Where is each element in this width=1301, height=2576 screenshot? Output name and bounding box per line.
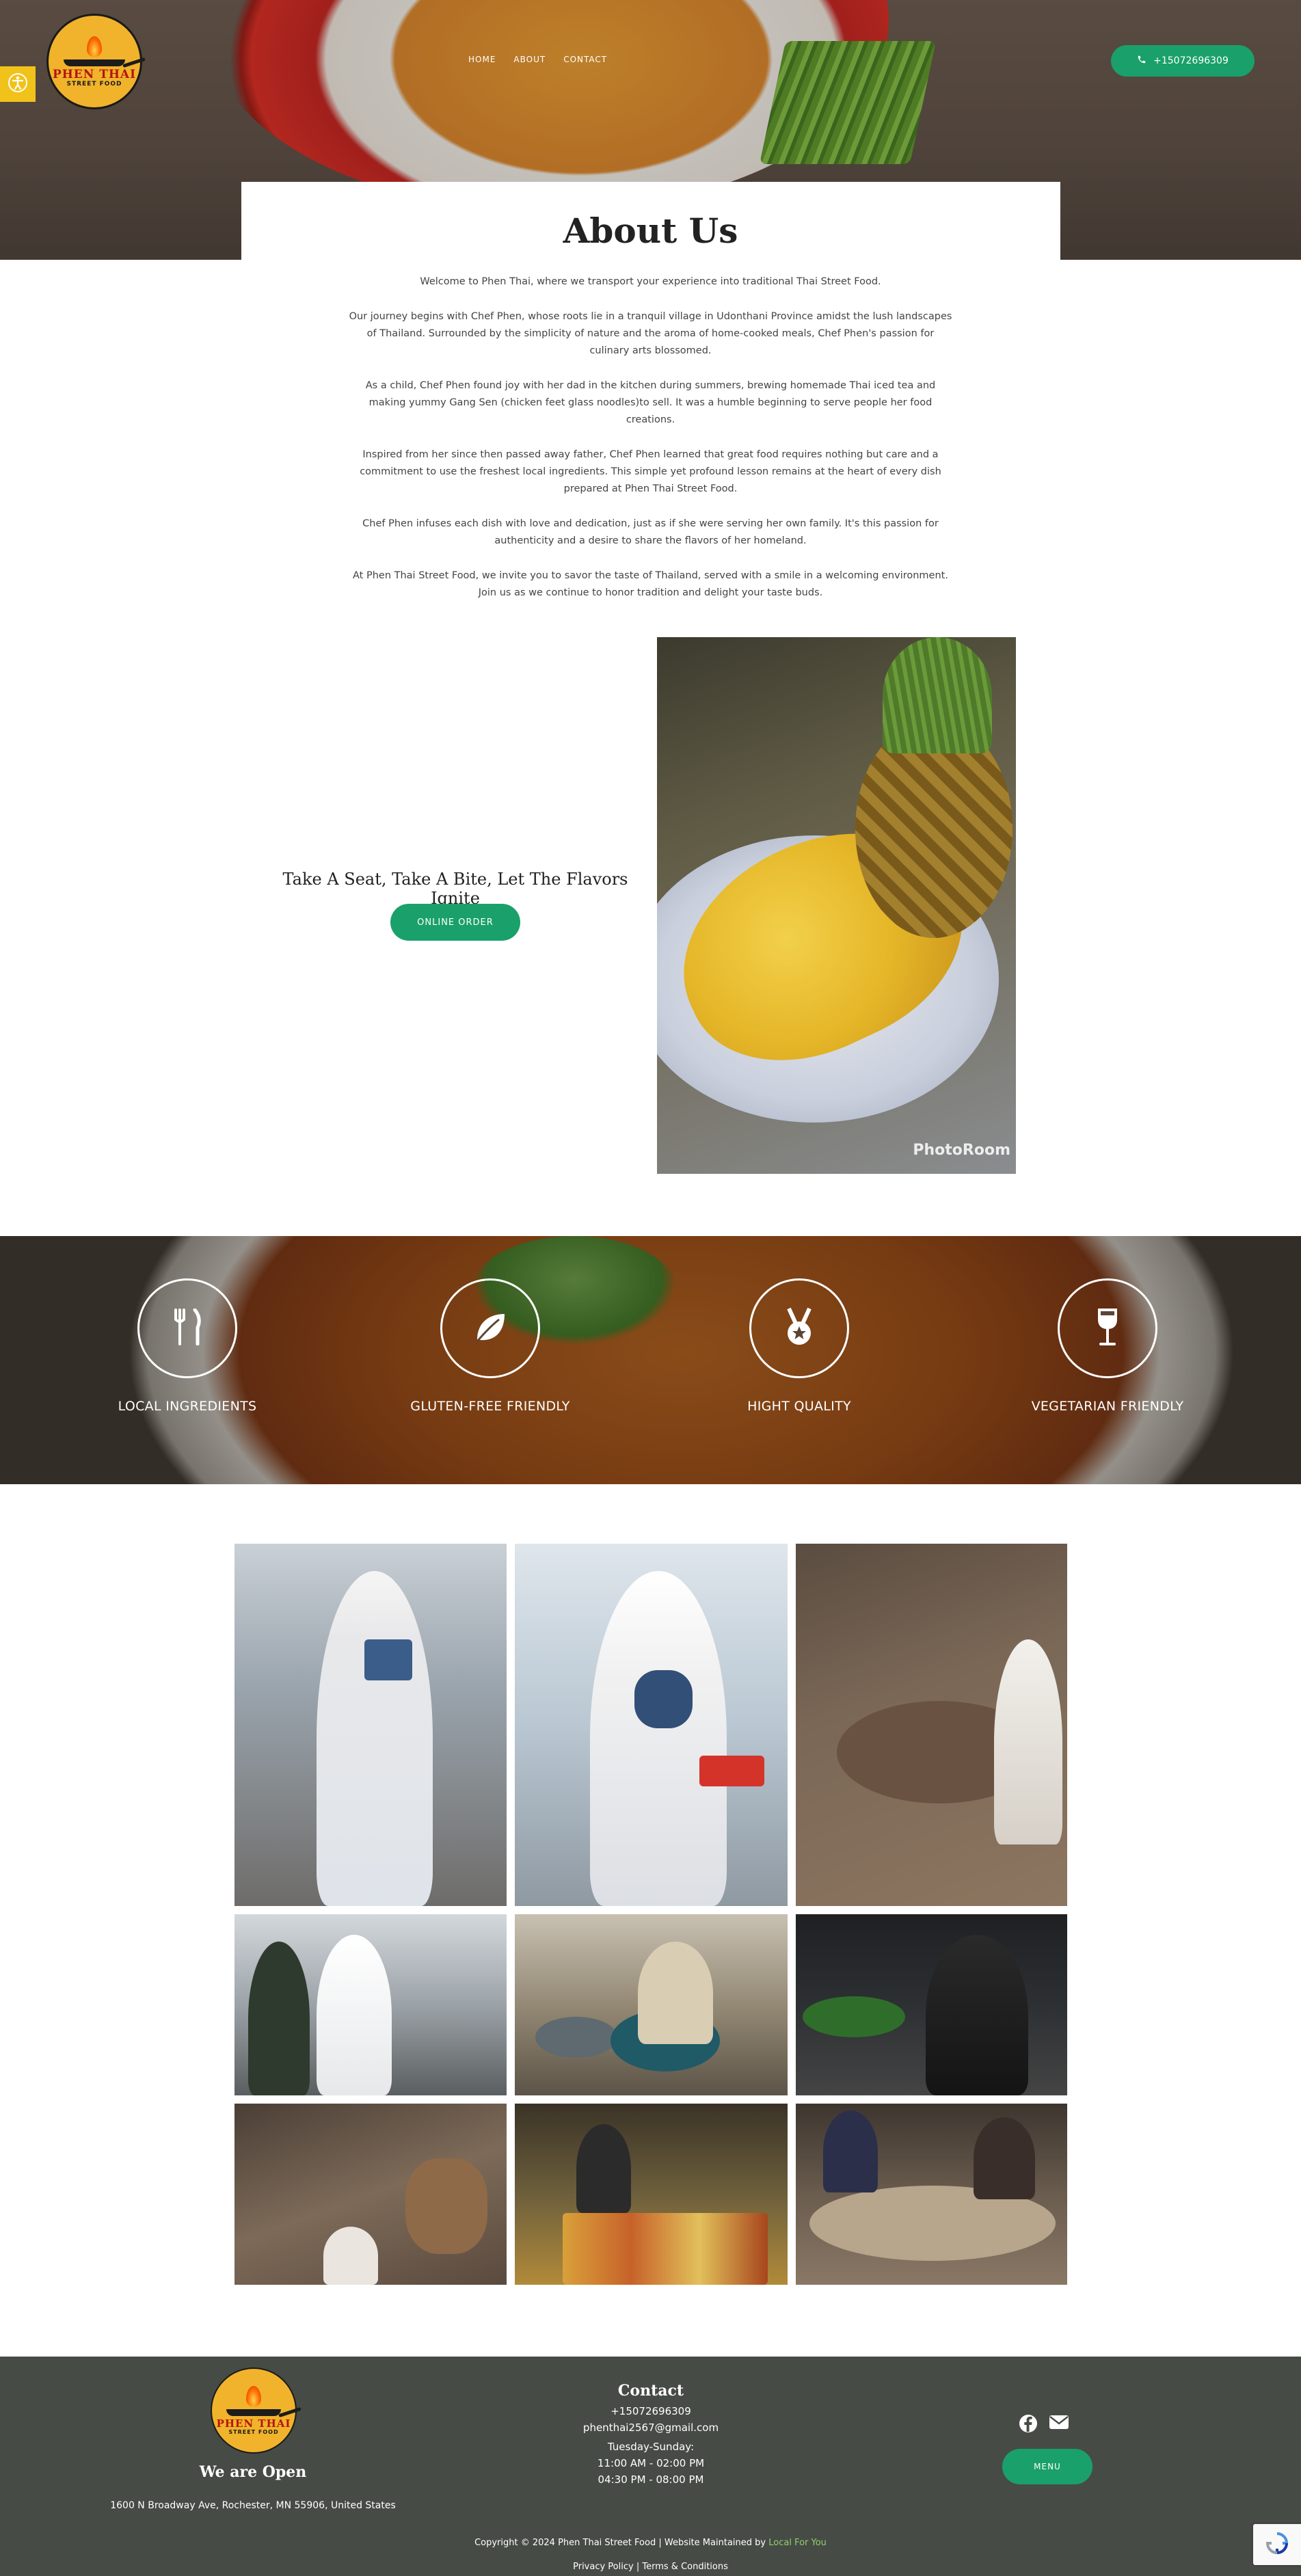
maintainer-link[interactable]: Local For You xyxy=(768,2538,827,2548)
gallery-photo[interactable] xyxy=(234,1544,507,1906)
footer-contact: Contact +15072696309 phenthai2567@gmail.… xyxy=(514,2383,788,2488)
privacy-link[interactable]: Privacy Policy xyxy=(573,2562,634,2572)
main-nav: HOME ABOUT CONTACT xyxy=(468,55,607,64)
logo-name: PHEN THAI xyxy=(216,2417,291,2430)
facebook-icon[interactable] xyxy=(1019,2414,1038,2436)
site-logo[interactable]: PHEN THAI STREET FOOD xyxy=(46,14,142,109)
footer-menu-button[interactable]: MENU xyxy=(1002,2449,1092,2484)
recaptcha-icon xyxy=(1265,2531,1289,2558)
logo-sub: STREET FOOD xyxy=(66,80,122,88)
gallery-photo[interactable] xyxy=(515,1914,788,2095)
gallery-photo[interactable] xyxy=(515,2104,788,2285)
gallery-photo[interactable] xyxy=(234,2104,507,2285)
benefit-local-ingredients: LOCAL INGREDIENTS xyxy=(78,1278,297,1414)
benefit-label: GLUTEN-FREE FRIENDLY xyxy=(410,1399,570,1414)
medal-icon xyxy=(782,1307,816,1350)
header-phone-number: +15072696309 xyxy=(1153,55,1229,66)
about-paragraph: Welcome to Phen Thai, where we transport… xyxy=(420,276,881,287)
site-footer: PHEN THAI STREET FOOD We are Open 1600 N… xyxy=(0,2357,1301,2576)
logo-sub: STREET FOOD xyxy=(228,2429,279,2435)
page-title: About Us xyxy=(563,211,738,251)
gallery-photo[interactable] xyxy=(234,1914,507,2095)
pineapple-rice-photo: PhotoRoom xyxy=(657,637,1016,1174)
footer-phone[interactable]: +15072696309 xyxy=(514,2403,788,2419)
nav-item-contact[interactable]: CONTACT xyxy=(563,55,607,64)
photo-watermark: PhotoRoom xyxy=(913,1142,1010,1159)
leaf-icon xyxy=(472,1309,509,1348)
footer-open-title: We are Open xyxy=(199,2463,307,2481)
gallery-photo[interactable] xyxy=(796,2104,1067,2285)
flame-icon xyxy=(246,2386,261,2406)
gallery-photo[interactable] xyxy=(796,1544,1067,1906)
about-text: Welcome to Phen Thai, where we transport… xyxy=(349,273,952,619)
footer-hours-lunch: 11:00 AM - 02:00 PM xyxy=(597,2457,705,2469)
legal-separator: | xyxy=(636,2562,640,2572)
gallery-photo[interactable] xyxy=(515,1544,788,1906)
accessibility-button[interactable] xyxy=(0,66,36,102)
benefit-label: LOCAL INGREDIENTS xyxy=(118,1399,257,1414)
pan-icon xyxy=(226,2409,281,2416)
flame-icon xyxy=(87,36,102,57)
benefit-high-quality: HIGHT QUALITY xyxy=(690,1278,909,1414)
envelope-icon[interactable] xyxy=(1049,2414,1069,2436)
gallery-photo[interactable] xyxy=(796,1914,1067,2095)
about-paragraph: As a child, Chef Phen found joy with her… xyxy=(365,380,936,425)
fork-knife-icon xyxy=(170,1308,204,1348)
footer-email[interactable]: phenthai2567@gmail.com xyxy=(514,2419,788,2436)
nav-item-about[interactable]: ABOUT xyxy=(513,55,546,64)
footer-days: Tuesday-Sunday: xyxy=(607,2441,695,2453)
benefit-label: VEGETARIAN FRIENDLY xyxy=(1031,1399,1184,1414)
footer-social xyxy=(1019,2414,1069,2436)
recaptcha-badge[interactable] xyxy=(1253,2524,1301,2565)
header-phone-button[interactable]: +15072696309 xyxy=(1111,45,1255,77)
footer-address: 1600 N Broadway Ave, Rochester, MN 55906… xyxy=(110,2500,396,2511)
logo-name: PHEN THAI xyxy=(52,67,137,81)
footer-contact-title: Contact xyxy=(617,2382,684,2400)
pan-icon xyxy=(64,59,125,66)
about-paragraph: Our journey begins with Chef Phen, whose… xyxy=(349,311,952,356)
about-paragraph: At Phen Thai Street Food, we invite you … xyxy=(353,570,948,598)
about-paragraph: Inspired from her since then passed away… xyxy=(360,449,941,494)
wine-glass-icon xyxy=(1094,1307,1121,1350)
accessibility-icon xyxy=(8,72,28,96)
phone-icon xyxy=(1137,55,1146,67)
benefit-label: HIGHT QUALITY xyxy=(747,1399,851,1414)
footer-hours-dinner: 04:30 PM - 08:00 PM xyxy=(598,2473,704,2486)
nav-item-home[interactable]: HOME xyxy=(468,55,496,64)
about-paragraph: Chef Phen infuses each dish with love an… xyxy=(362,518,939,546)
footer-copyright: Copyright © 2024 Phen Thai Street Food |… xyxy=(474,2538,827,2548)
terms-link[interactable]: Terms & Conditions xyxy=(642,2562,728,2572)
benefit-gluten-free: GLUTEN-FREE FRIENDLY xyxy=(381,1278,600,1414)
benefit-vegetarian: VEGETARIAN FRIENDLY xyxy=(998,1278,1217,1414)
online-order-button[interactable]: ONLINE ORDER xyxy=(390,904,520,941)
tagline: Take A Seat, Take A Bite, Let The Flavor… xyxy=(282,870,628,908)
footer-logo[interactable]: PHEN THAI STREET FOOD xyxy=(211,2367,297,2454)
footer-legal: Privacy Policy | Terms & Conditions xyxy=(0,2562,1301,2572)
